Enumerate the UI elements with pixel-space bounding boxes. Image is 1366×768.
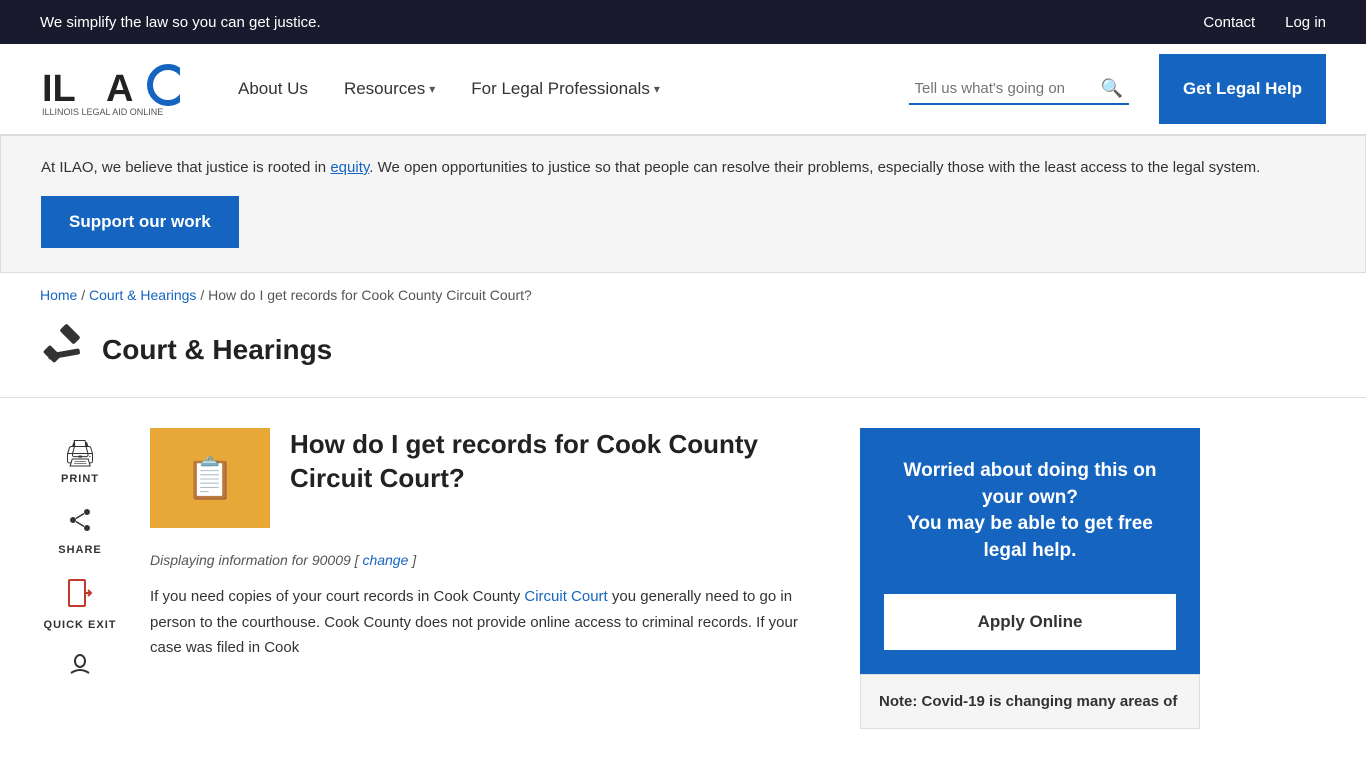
breadcrumb-court-hearings[interactable]: Court & Hearings (89, 287, 196, 303)
banner-links: Contact Log in (1203, 14, 1326, 31)
apply-online-button[interactable]: Apply Online (884, 594, 1176, 650)
print-action[interactable]: 🖨 PRINT (61, 438, 99, 485)
print-label: PRINT (61, 473, 99, 485)
resources-chevron-icon: ▾ (429, 82, 435, 96)
article-area: 📋 How do I get records for Cook County C… (150, 428, 830, 729)
gavel-icon (40, 321, 88, 379)
header: IL A ILLINOIS LEGAL AID ONLINE About Us … (0, 44, 1366, 135)
accessibility-action[interactable] (67, 653, 93, 686)
page-title: Court & Hearings (102, 334, 332, 366)
equity-link[interactable]: equity (330, 159, 369, 176)
help-card: Worried about doing this on your own? Yo… (860, 428, 1200, 674)
logo-area[interactable]: IL A ILLINOIS LEGAL AID ONLINE (40, 59, 200, 119)
support-our-work-button[interactable]: Support our work (41, 196, 239, 248)
covid-note-title: Note: Covid-19 is changing many areas of (879, 693, 1181, 710)
print-icon: 🖨 (63, 438, 96, 469)
help-card-title: Worried about doing this on your own? Yo… (884, 458, 1176, 564)
search-icon[interactable]: 🔍 (1101, 78, 1123, 99)
article-body: If you need copies of your court records… (150, 584, 830, 661)
quick-exit-icon (67, 578, 93, 615)
info-banner: At ILAO, we believe that justice is root… (0, 135, 1366, 273)
quick-exit-action[interactable]: QUICK EXIT (44, 578, 117, 631)
ilao-logo[interactable]: IL A ILLINOIS LEGAL AID ONLINE (40, 59, 180, 119)
share-label: SHARE (58, 544, 102, 556)
page-title-section: Court & Hearings (0, 311, 1366, 398)
share-action[interactable]: SHARE (58, 507, 102, 556)
gavel-svg (40, 321, 88, 369)
article-thumbnail: 📋 (150, 428, 270, 528)
breadcrumb-home[interactable]: Home (40, 287, 77, 303)
nav-legal-professionals[interactable]: For Legal Professionals ▾ (463, 74, 668, 104)
article-title: How do I get records for Cook County Cir… (290, 428, 830, 496)
info-banner-text: At ILAO, we believe that justice is root… (41, 156, 1325, 180)
main-content: 🖨 PRINT SHARE (0, 398, 1366, 759)
legal-professionals-chevron-icon: ▾ (654, 82, 660, 96)
quick-exit-label: QUICK EXIT (44, 619, 117, 631)
top-banner: We simplify the law so you can get justi… (0, 0, 1366, 44)
covid-note: Note: Covid-19 is changing many areas of (860, 674, 1200, 729)
accessibility-icon (67, 653, 93, 686)
login-link[interactable]: Log in (1285, 14, 1326, 31)
search-area: 🔍 (909, 74, 1129, 105)
article-header: 📋 How do I get records for Cook County C… (150, 428, 830, 528)
share-icon (67, 507, 93, 540)
svg-text:ILLINOIS LEGAL AID ONLINE: ILLINOIS LEGAL AID ONLINE (42, 107, 163, 117)
article-thumb-icon: 📋 (185, 455, 235, 502)
main-nav: About Us Resources ▾ For Legal Professio… (230, 74, 879, 104)
circuit-court-link[interactable]: Circuit Court (524, 588, 607, 605)
change-location-link[interactable]: change (362, 552, 408, 568)
nav-resources[interactable]: Resources ▾ (336, 74, 443, 104)
search-input[interactable] (915, 80, 1095, 97)
banner-text: We simplify the law so you can get justi… (40, 14, 321, 31)
breadcrumb: Home / Court & Hearings / How do I get r… (0, 273, 1366, 311)
get-legal-help-button[interactable]: Get Legal Help (1159, 54, 1326, 124)
sidebar-actions: 🖨 PRINT SHARE (40, 428, 120, 729)
contact-link[interactable]: Contact (1203, 14, 1255, 31)
breadcrumb-current: How do I get records for Cook County Cir… (208, 287, 532, 303)
nav-about-us[interactable]: About Us (230, 74, 316, 104)
displaying-info: Displaying information for 90009 [ chang… (150, 552, 830, 568)
right-panel: Worried about doing this on your own? Yo… (860, 428, 1200, 729)
svg-text:A: A (106, 68, 133, 110)
svg-text:IL: IL (42, 68, 76, 110)
